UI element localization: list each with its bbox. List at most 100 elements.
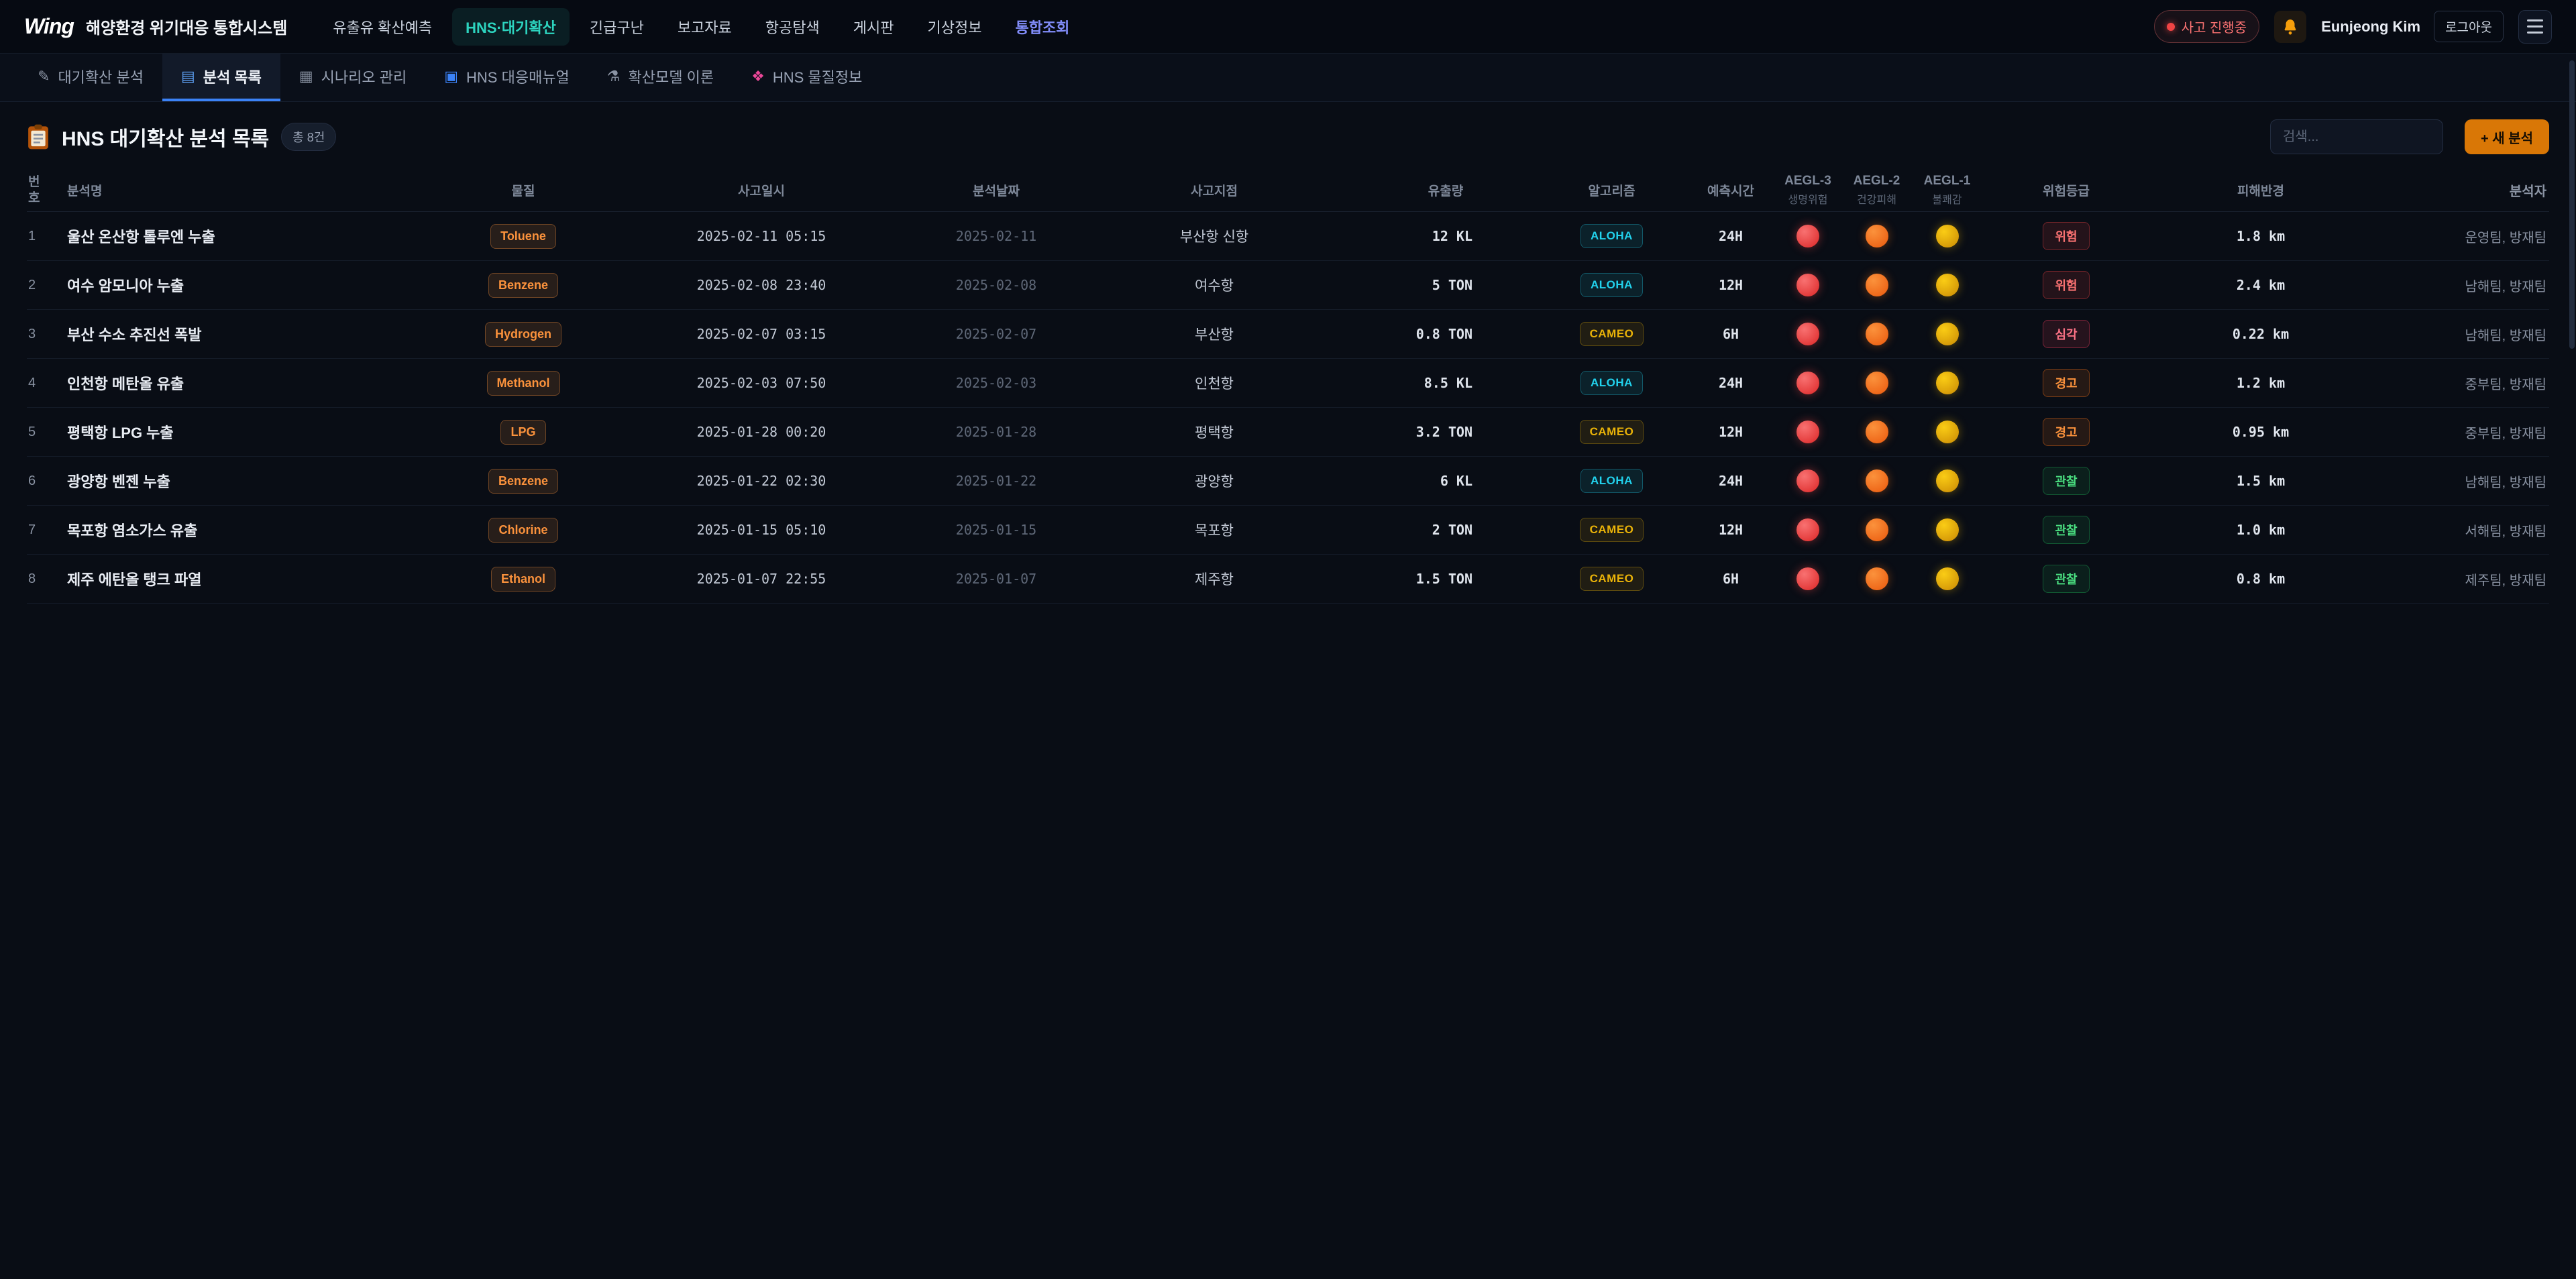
table-row[interactable]: 2 여수 암모니아 누출 Benzene 2025-02-08 23:40 20… [27, 261, 2549, 310]
alert-dot-icon [2167, 23, 2175, 31]
pencil-icon: ✎ [38, 68, 50, 85]
aegl1-indicator [1936, 323, 1959, 345]
aegl1-indicator [1936, 372, 1959, 394]
accident-datetime: 2025-01-15 05:10 [604, 522, 919, 538]
row-number: 5 [27, 425, 67, 440]
col-algorithm: 알고리즘 [1536, 181, 1687, 199]
col-radius: 피해반경 [2150, 181, 2371, 199]
table-row[interactable]: 8 제주 에탄올 탱크 파열 Ethanol 2025-01-07 22:55 … [27, 555, 2549, 604]
table-row[interactable]: 7 목포항 염소가스 유출 Chlorine 2025-01-15 05:10 … [27, 506, 2549, 555]
tab-analysis-list[interactable]: ▤ 분석 목록 [162, 54, 280, 101]
nav-item-board[interactable]: 게시판 [840, 8, 908, 46]
analyst: 남해팀, 방재팀 [2371, 276, 2549, 295]
nav-item-oil-spill[interactable]: 유출유 확산예측 [319, 8, 445, 46]
substance-badge: Benzene [488, 273, 558, 298]
substance-badge: Chlorine [488, 518, 557, 543]
search-input[interactable] [2270, 119, 2443, 154]
aegl1-indicator [1936, 567, 1959, 590]
scrollbar-thumb[interactable] [2569, 60, 2575, 349]
aegl3-indicator [1796, 567, 1819, 590]
new-analysis-button[interactable]: + 새 분석 [2465, 119, 2549, 154]
nav-item-reports[interactable]: 보고자료 [664, 8, 745, 46]
grid-icon: ▦ [299, 68, 313, 85]
risk-badge: 관찰 [2043, 467, 2089, 495]
nav-item-rescue[interactable]: 긴급구난 [576, 8, 657, 46]
substance-badge: LPG [500, 420, 545, 445]
analyst: 운영팀, 방재팀 [2371, 227, 2549, 246]
analysis-date: 2025-02-03 [919, 375, 1073, 391]
incident-status-badge[interactable]: 사고 진행중 [2154, 10, 2260, 43]
nav-item-air-search[interactable]: 항공탐색 [752, 8, 833, 46]
table-row[interactable]: 1 울산 온산항 톨루엔 누출 Toluene 2025-02-11 05:15… [27, 212, 2549, 261]
tab-model-theory[interactable]: ⚗ 확산모델 이론 [588, 54, 733, 101]
aegl1-indicator [1936, 225, 1959, 247]
col-aegl1: AEGL-1불쾌감 [1912, 174, 1982, 207]
molecule-icon: ❖ [751, 68, 765, 85]
aegl2-indicator [1866, 323, 1888, 345]
nav-item-weather[interactable]: 기상정보 [914, 8, 995, 46]
spill-amount: 12 KL [1355, 228, 1536, 244]
tab-dispersion-analysis[interactable]: ✎ 대기확산 분석 [19, 54, 162, 101]
accident-datetime: 2025-02-03 07:50 [604, 375, 919, 391]
accident-datetime: 2025-01-22 02:30 [604, 473, 919, 489]
row-number: 6 [27, 474, 67, 489]
aegl3-indicator [1796, 518, 1819, 541]
substance-badge: Hydrogen [485, 322, 561, 347]
top-bar: Wing 해양환경 위기대응 통합시스템 유출유 확산예측 HNS·대기확산 긴… [0, 0, 2576, 54]
algorithm-badge: CAMEO [1580, 322, 1644, 346]
notifications-button[interactable] [2274, 11, 2306, 43]
aegl1-indicator [1936, 469, 1959, 492]
accident-datetime: 2025-02-11 05:15 [604, 228, 919, 244]
table-row[interactable]: 5 평택항 LPG 누출 LPG 2025-01-28 00:20 2025-0… [27, 408, 2549, 457]
analysis-name: 평택항 LPG 누출 [67, 421, 443, 443]
substance-badge: Benzene [488, 469, 558, 494]
table-row[interactable]: 4 인천항 메탄올 유출 Methanol 2025-02-03 07:50 2… [27, 359, 2549, 408]
damage-radius: 0.8 km [2150, 571, 2371, 587]
logout-button[interactable]: 로그아웃 [2434, 11, 2504, 42]
accident-location: 여수항 [1073, 275, 1355, 295]
analysis-date: 2025-01-07 [919, 571, 1073, 587]
row-number: 2 [27, 278, 67, 293]
nav-item-integrated-search[interactable]: 통합조회 [1002, 8, 1083, 46]
col-analyst: 분석자 [2371, 180, 2549, 200]
algorithm-badge: ALOHA [1580, 371, 1643, 395]
accident-location: 인천항 [1073, 373, 1355, 393]
analyst: 중부팀, 방재팀 [2371, 374, 2549, 393]
risk-badge: 경고 [2043, 418, 2089, 446]
table-row[interactable]: 3 부산 수소 추진선 폭발 Hydrogen 2025-02-07 03:15… [27, 310, 2549, 359]
analysis-date: 2025-01-28 [919, 424, 1073, 440]
table-row[interactable]: 6 광양항 벤젠 누출 Benzene 2025-01-22 02:30 202… [27, 457, 2549, 506]
accident-location: 광양항 [1073, 471, 1355, 491]
aegl1-indicator [1936, 274, 1959, 296]
user-name: Eunjeong Kim [2321, 18, 2420, 36]
total-count-badge: 총 8건 [281, 123, 336, 151]
accident-datetime: 2025-01-07 22:55 [604, 571, 919, 587]
spill-amount: 1.5 TON [1355, 571, 1536, 587]
tab-label: HNS 물질정보 [773, 66, 863, 87]
algorithm-badge: ALOHA [1580, 469, 1643, 493]
aegl2-indicator [1866, 469, 1888, 492]
menu-button[interactable] [2518, 10, 2552, 44]
aegl1-indicator [1936, 518, 1959, 541]
risk-badge: 관찰 [2043, 565, 2089, 593]
analysis-name: 인천항 메탄올 유출 [67, 372, 443, 394]
aegl3-indicator [1796, 274, 1819, 296]
aegl3-indicator [1796, 323, 1819, 345]
forecast-duration: 24H [1687, 473, 1774, 489]
table-header: 번호 분석명 물질 사고일시 분석날짜 사고지점 유출량 알고리즘 예측시간 A… [27, 169, 2549, 212]
spill-amount: 3.2 TON [1355, 424, 1536, 440]
accident-location: 제주항 [1073, 569, 1355, 589]
tab-scenario-management[interactable]: ▦ 시나리오 관리 [280, 54, 425, 101]
list-icon: ▤ [181, 68, 195, 85]
spill-amount: 2 TON [1355, 522, 1536, 538]
tab-substance-info[interactable]: ❖ HNS 물질정보 [733, 54, 881, 101]
tab-hns-manual[interactable]: ▣ HNS 대응매뉴얼 [425, 54, 588, 101]
col-aegl2: AEGL-2건강피해 [1841, 174, 1912, 207]
nav-item-hns-dispersion[interactable]: HNS·대기확산 [452, 8, 570, 46]
analysis-date: 2025-01-15 [919, 522, 1073, 538]
analysis-date: 2025-02-11 [919, 228, 1073, 244]
col-substance: 물질 [443, 181, 604, 199]
book-icon: ▣ [444, 68, 458, 85]
aegl2-indicator [1866, 225, 1888, 247]
spill-amount: 6 KL [1355, 473, 1536, 489]
